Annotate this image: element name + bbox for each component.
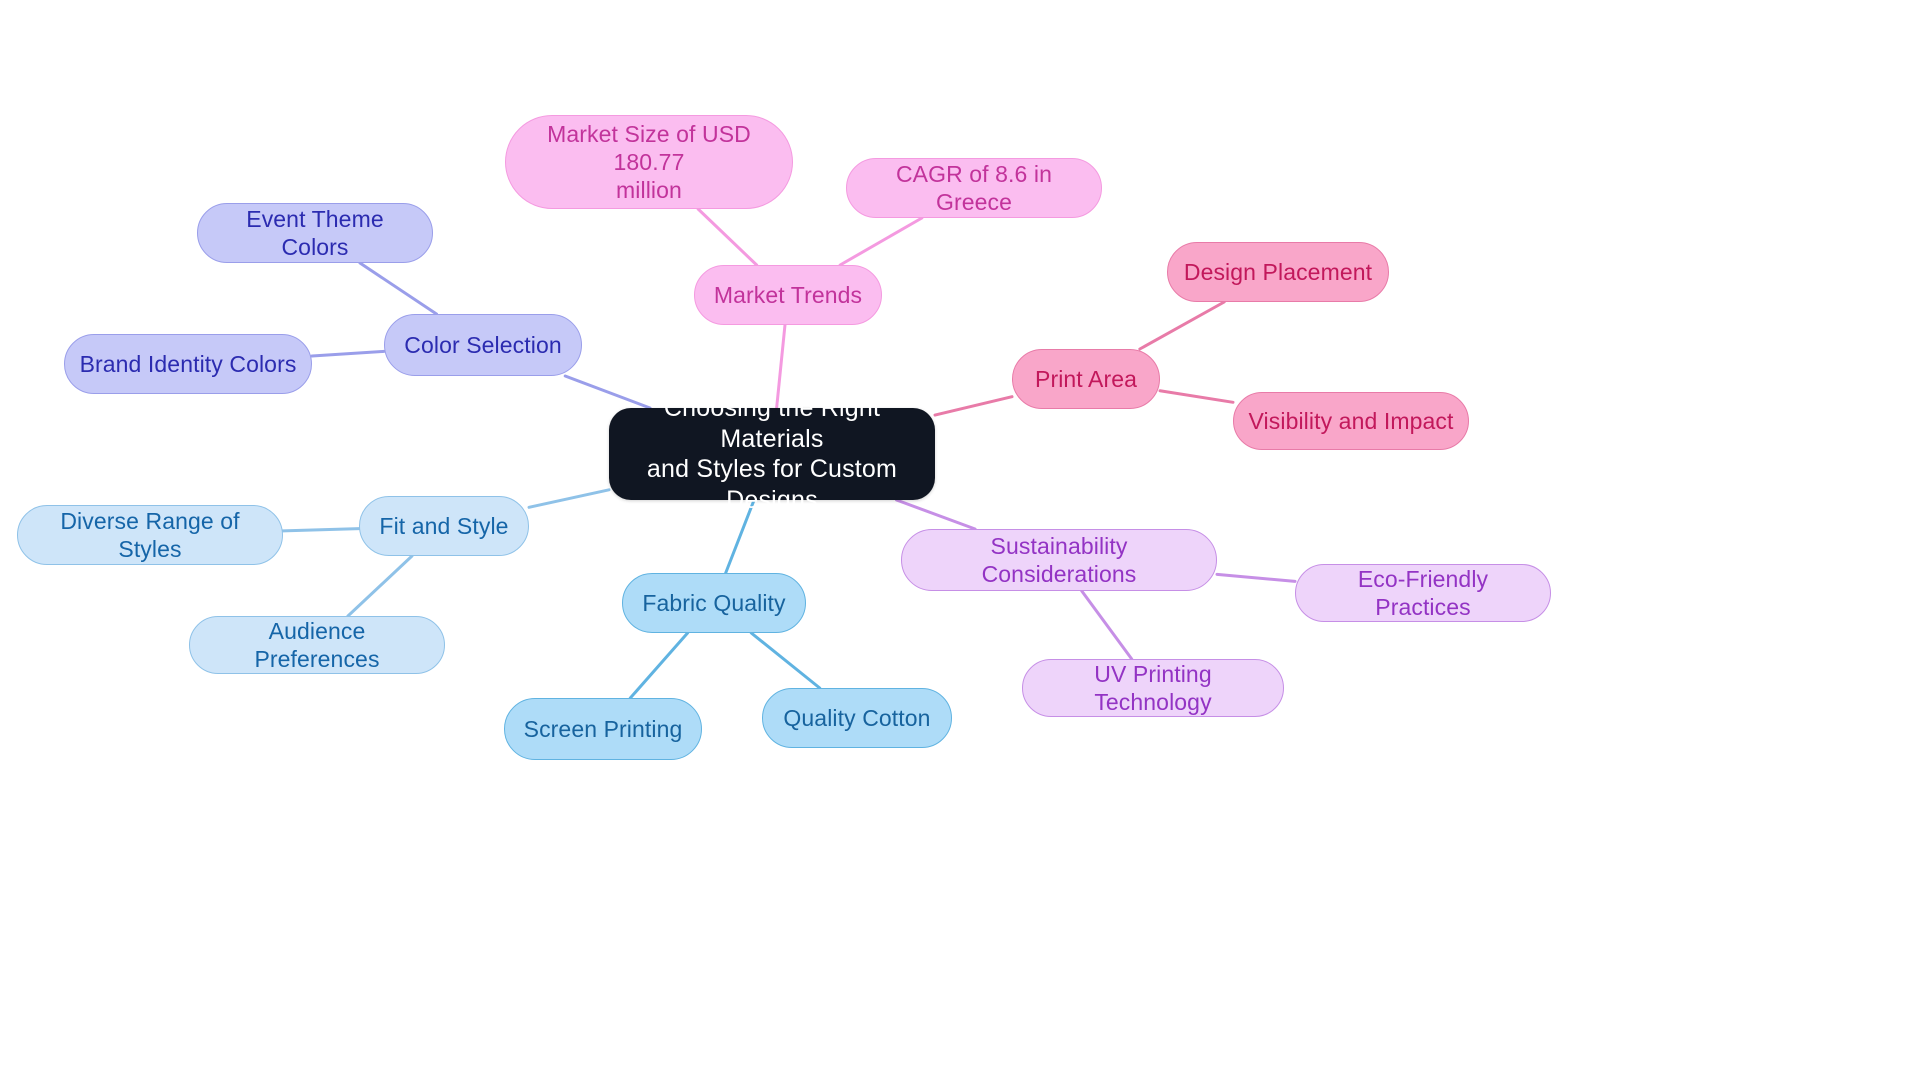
mindmap-edge (1080, 589, 1134, 661)
leaf-node-brand-identity-colors[interactable]: Brand Identity Colors (64, 334, 312, 394)
mindmap-edge (696, 207, 759, 267)
branch-node-print-area[interactable]: Print Area (1012, 349, 1160, 409)
branch-node-sustainability-label: Sustainability Considerations (981, 532, 1137, 587)
mindmap-edge (281, 527, 361, 533)
mindmap-edge (527, 488, 611, 509)
mindmap-edge (358, 261, 438, 316)
branch-node-market-trends-label: Market Trends (713, 281, 863, 308)
leaf-node-diverse-range-of-styles-label: Diverse Range of Styles (60, 507, 240, 562)
leaf-node-uv-printing-technology-label: UV Printing Technology (1094, 660, 1212, 715)
mindmap-edge (933, 395, 1014, 417)
mindmap-edge (310, 349, 386, 358)
leaf-node-cagr-greece[interactable]: CAGR of 8.6 in Greece (846, 158, 1102, 218)
leaf-node-event-theme-colors-label: Event Theme Colors (246, 205, 384, 260)
branch-node-fabric-quality[interactable]: Fabric Quality (622, 573, 806, 633)
branch-node-sustainability[interactable]: Sustainability Considerations (901, 529, 1217, 591)
leaf-node-design-placement-label: Design Placement (1183, 258, 1373, 285)
leaf-node-quality-cotton[interactable]: Quality Cotton (762, 688, 952, 748)
leaf-node-screen-printing-label: Screen Printing (523, 715, 683, 742)
leaf-node-screen-printing[interactable]: Screen Printing (504, 698, 702, 760)
root-node-label: Choosing the Right Materials and Styles … (646, 394, 898, 514)
branch-node-color-selection-label: Color Selection (404, 331, 562, 358)
leaf-node-visibility-impact[interactable]: Visibility and Impact (1233, 392, 1469, 450)
leaf-node-brand-identity-colors-label: Brand Identity Colors (79, 350, 297, 377)
branch-node-color-selection[interactable]: Color Selection (384, 314, 582, 376)
leaf-node-diverse-range-of-styles[interactable]: Diverse Range of Styles (17, 505, 283, 565)
branch-node-fit-and-style[interactable]: Fit and Style (359, 496, 529, 556)
mindmap-edge (628, 631, 690, 700)
mindmap-edge (838, 216, 924, 267)
mindmap-edge (1158, 389, 1235, 404)
leaf-node-audience-preferences[interactable]: Audience Preferences (189, 616, 445, 674)
leaf-node-design-placement[interactable]: Design Placement (1167, 242, 1389, 302)
leaf-node-eco-friendly-practices[interactable]: Eco-Friendly Practices (1295, 564, 1551, 622)
branch-node-market-trends[interactable]: Market Trends (694, 265, 882, 325)
mindmap-edge (1138, 300, 1226, 351)
leaf-node-event-theme-colors[interactable]: Event Theme Colors (197, 203, 433, 263)
leaf-node-uv-printing-technology[interactable]: UV Printing Technology (1022, 659, 1284, 717)
leaf-node-audience-preferences-label: Audience Preferences (254, 617, 380, 672)
leaf-node-market-size-label: Market Size of USD 180.77 million (547, 120, 751, 204)
mindmap-edge (1215, 572, 1297, 583)
mindmap-edge (749, 631, 822, 690)
leaf-node-eco-friendly-practices-label: Eco-Friendly Practices (1357, 565, 1489, 620)
branch-node-print-area-label: Print Area (1035, 365, 1137, 392)
branch-node-fabric-quality-label: Fabric Quality (642, 589, 786, 616)
branch-node-fit-and-style-label: Fit and Style (379, 512, 509, 539)
leaf-node-quality-cotton-label: Quality Cotton (783, 704, 931, 731)
leaf-node-visibility-impact-label: Visibility and Impact (1248, 407, 1454, 434)
mindmap-edge (346, 554, 414, 618)
leaf-node-cagr-greece-label: CAGR of 8.6 in Greece (895, 160, 1053, 215)
mindmap-canvas: Choosing the Right Materials and Styles … (0, 0, 1920, 1083)
root-node[interactable]: Choosing the Right Materials and Styles … (609, 394, 935, 514)
leaf-node-market-size[interactable]: Market Size of USD 180.77 million (505, 115, 793, 209)
